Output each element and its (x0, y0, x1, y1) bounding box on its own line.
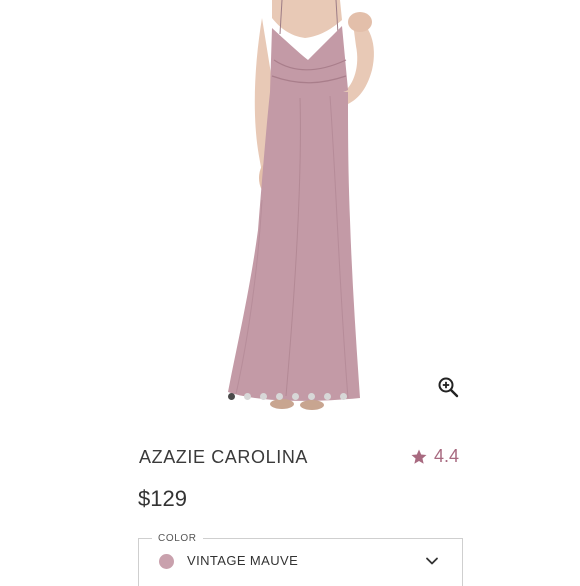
gallery-dot-7[interactable] (324, 393, 331, 400)
gallery-dot-6[interactable] (308, 393, 315, 400)
product-title: AZAZIE CAROLINA (139, 447, 309, 467)
product-price: $129 (138, 486, 187, 511)
product-photo (228, 0, 374, 410)
gallery-dots (228, 393, 347, 400)
zoom-in-icon (438, 377, 459, 398)
product-image-gallery[interactable] (0, 0, 580, 410)
star-icon (411, 449, 427, 464)
color-field-label: COLOR (152, 533, 203, 544)
gallery-dot-2[interactable] (244, 393, 251, 400)
gallery-dot-3[interactable] (260, 393, 267, 400)
gallery-dot-8[interactable] (340, 393, 347, 400)
gallery-dot-1[interactable] (228, 393, 235, 400)
selected-color-value: VINTAGE MAUVE (187, 553, 299, 568)
chevron-down-icon[interactable] (424, 553, 440, 569)
rating-value: 4.4 (434, 446, 460, 466)
gallery-dot-5[interactable] (292, 393, 299, 400)
gallery-dot-4[interactable] (276, 393, 283, 400)
zoom-button[interactable] (436, 375, 460, 399)
color-swatch (159, 554, 174, 569)
product-rating[interactable]: 4.4 (410, 446, 459, 467)
